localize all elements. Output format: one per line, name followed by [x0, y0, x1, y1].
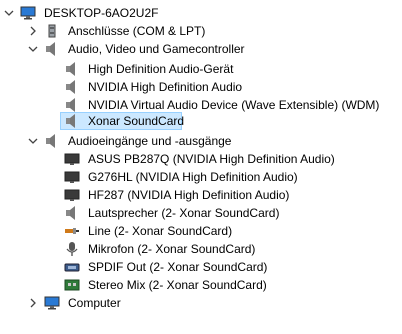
tree-item-ports[interactable]: Anschlüsse (COM & LPT)	[28, 22, 207, 40]
tree-leaf-label: Line (2- Xonar SoundCard)	[88, 224, 233, 238]
tree-leaf-nvidia-hd-audio[interactable]: NVIDIA High Definition Audio	[64, 78, 244, 96]
microphone-icon	[64, 241, 80, 257]
desktop-computer-icon	[20, 5, 36, 21]
monitor-icon	[64, 187, 80, 203]
chevron-down-icon[interactable]	[4, 4, 14, 22]
audio-jack-icon	[64, 223, 80, 239]
monitor-icon	[64, 151, 80, 167]
tree-item-label: Computer	[68, 296, 121, 310]
tree-leaf-label: NVIDIA High Definition Audio	[88, 80, 243, 94]
speaker-icon	[64, 61, 80, 77]
tree-leaf-label: Mikrofon (2- Xonar SoundCard)	[88, 242, 256, 256]
tree-leaf-g276hl[interactable]: G276HL (NVIDIA High Definition Audio)	[64, 168, 300, 186]
speaker-icon	[44, 133, 60, 149]
tree-item-label: Audioeingänge und -ausgänge	[68, 134, 232, 148]
tree-item-label: Anschlüsse (COM & LPT)	[68, 24, 206, 38]
tree-root[interactable]: DESKTOP-6AO2U2F	[4, 4, 160, 22]
tree-leaf-label: HF287 (NVIDIA High Definition Audio)	[88, 188, 290, 202]
tree-leaf-asus-pb287q[interactable]: ASUS PB287Q (NVIDIA High Definition Audi…	[64, 150, 337, 168]
speaker-icon	[64, 97, 80, 113]
speaker-icon	[64, 79, 80, 95]
circuit-board-icon	[64, 277, 80, 293]
speaker-icon	[64, 113, 80, 129]
tree-leaf-xonar-soundcard[interactable]: Xonar SoundCard	[64, 112, 186, 130]
tree-leaf-label: High Definition Audio-Gerät	[88, 62, 234, 76]
tree-leaf-mikrofon[interactable]: Mikrofon (2- Xonar SoundCard)	[64, 240, 257, 258]
tree-leaf-stereo-mix[interactable]: Stereo Mix (2- Xonar SoundCard)	[64, 276, 269, 294]
spdif-connector-icon	[64, 259, 80, 275]
tree-leaf-label: SPDIF Out (2- Xonar SoundCard)	[88, 260, 268, 274]
tree-leaf-label: Xonar SoundCard	[88, 114, 185, 128]
tree-root-label: DESKTOP-6AO2U2F	[44, 6, 159, 20]
tree-leaf-label: G276HL (NVIDIA High Definition Audio)	[88, 170, 298, 184]
chevron-down-icon[interactable]	[28, 40, 38, 58]
tree-item-audio-video-game[interactable]: Audio, Video und Gamecontroller	[28, 40, 247, 58]
tree-leaf-label: NVIDIA Virtual Audio Device (Wave Extens…	[88, 98, 380, 112]
tree-item-computer[interactable]: Computer	[28, 294, 123, 312]
tree-item-label: Audio, Video und Gamecontroller	[68, 42, 245, 56]
tree-leaf-hf287[interactable]: HF287 (NVIDIA High Definition Audio)	[64, 186, 291, 204]
tree-leaf-spdif-out[interactable]: SPDIF Out (2- Xonar SoundCard)	[64, 258, 269, 276]
chevron-right-icon[interactable]	[28, 294, 38, 312]
tree-leaf-label: ASUS PB287Q (NVIDIA High Definition Audi…	[88, 152, 335, 166]
speaker-icon	[64, 205, 80, 221]
tree-leaf-label: Stereo Mix (2- Xonar SoundCard)	[88, 278, 267, 292]
chevron-right-icon[interactable]	[28, 22, 38, 40]
tree-item-audio-io[interactable]: Audioeingänge und -ausgänge	[28, 132, 233, 150]
monitor-icon	[64, 169, 80, 185]
tree-leaf-line[interactable]: Line (2- Xonar SoundCard)	[64, 222, 234, 240]
tree-leaf-hd-audio-device[interactable]: High Definition Audio-Gerät	[64, 60, 235, 78]
device-tree: DESKTOP-6AO2U2F Anschlüsse (COM & LPT) A…	[0, 0, 402, 334]
tree-leaf-label: Lautsprecher (2- Xonar SoundCard)	[88, 206, 280, 220]
port-connector-icon	[44, 23, 60, 39]
computer-monitor-icon	[44, 295, 60, 311]
chevron-down-icon[interactable]	[28, 132, 38, 150]
tree-leaf-lautsprecher[interactable]: Lautsprecher (2- Xonar SoundCard)	[64, 204, 281, 222]
speaker-icon	[44, 41, 60, 57]
